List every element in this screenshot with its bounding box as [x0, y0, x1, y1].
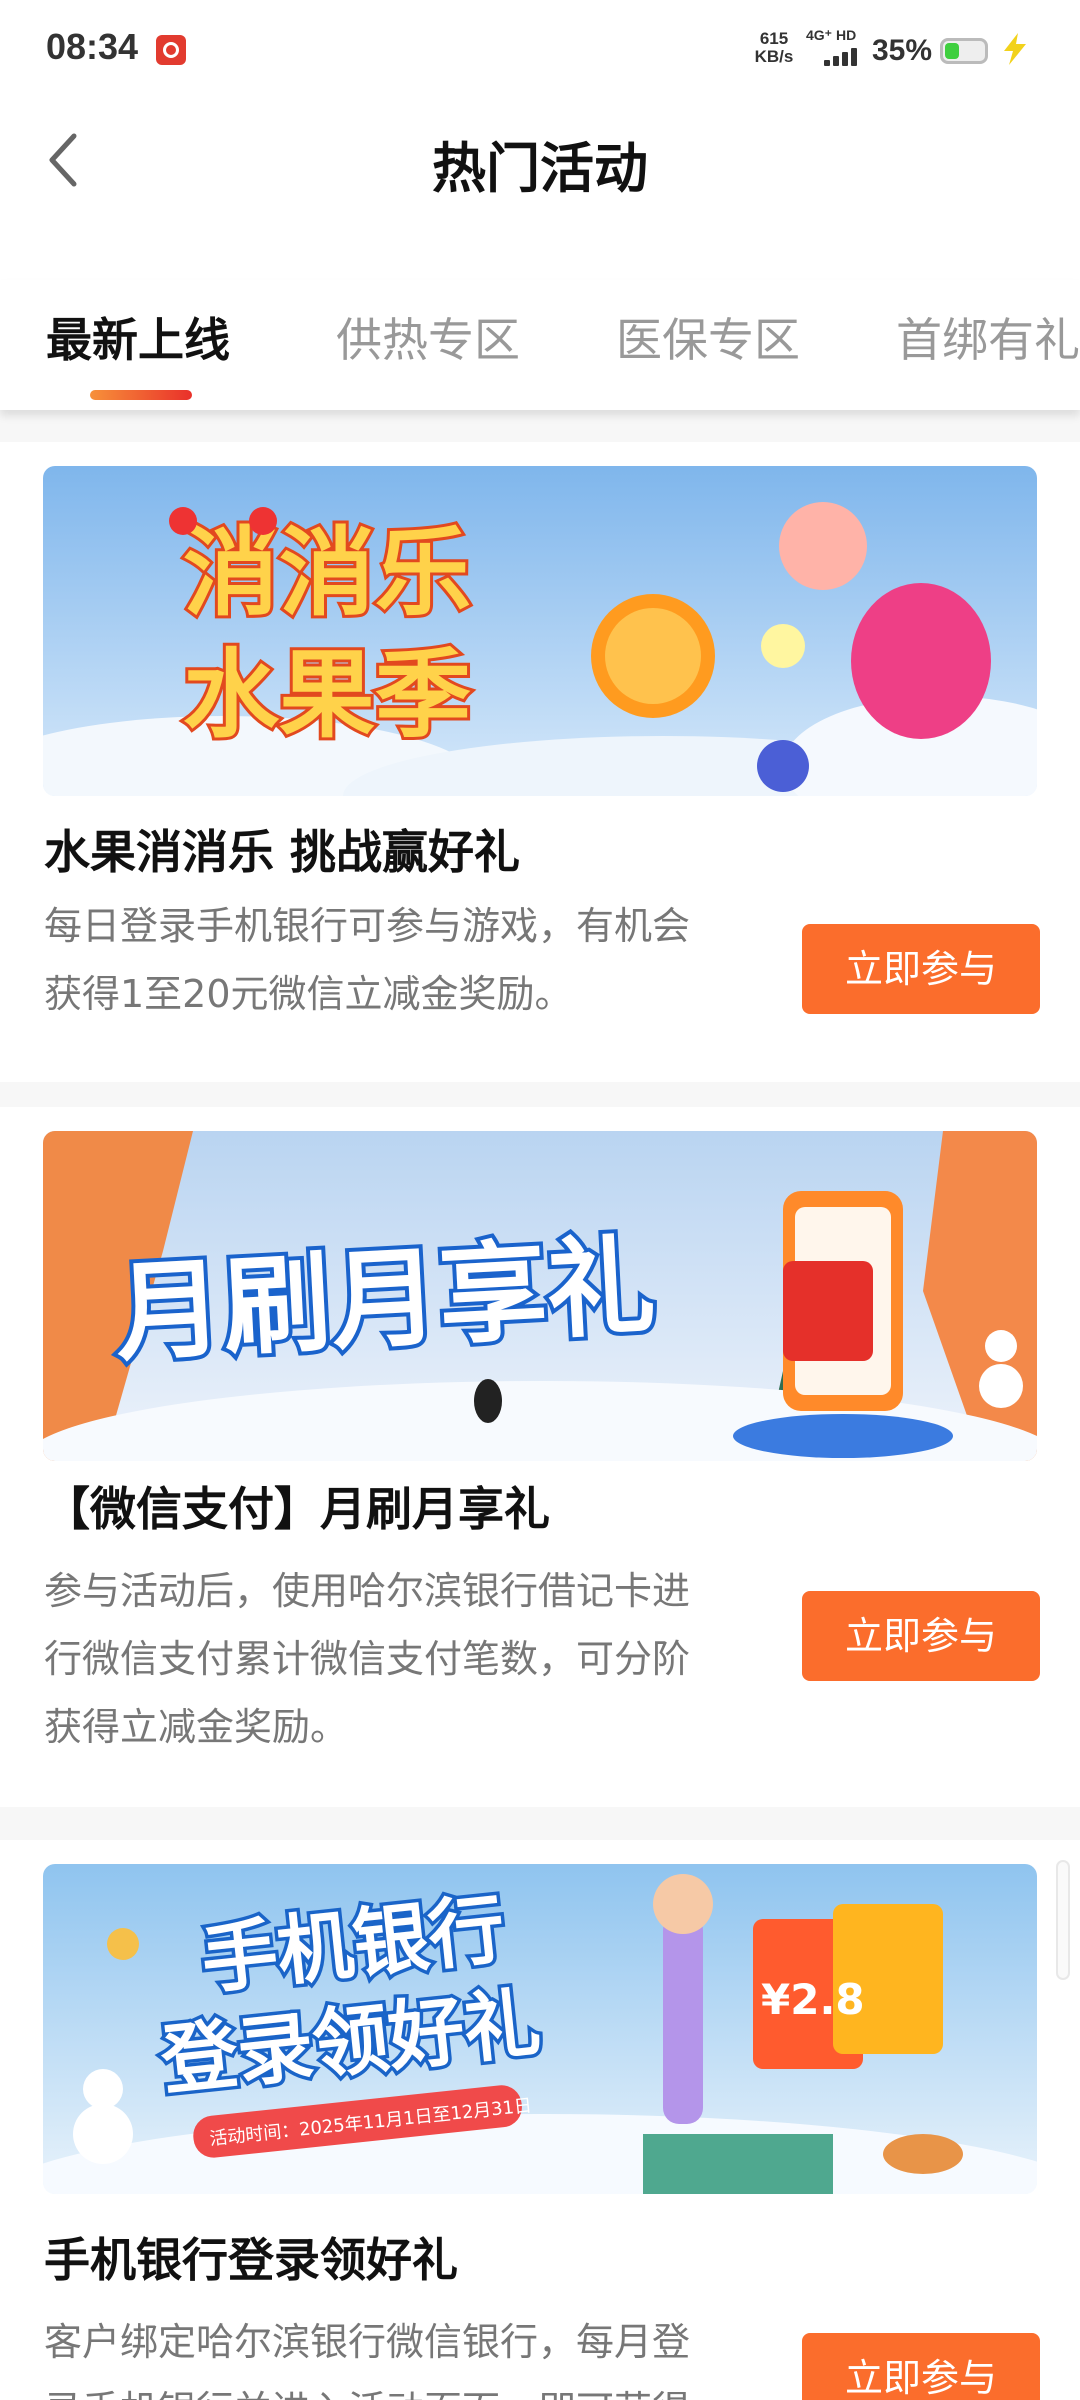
join-button[interactable]: 立即参与 — [802, 1591, 1040, 1681]
tab-medical-insurance[interactable]: 医保专区 — [616, 304, 800, 370]
tab-bar: 最新上线 供热专区 医保专区 首绑有礼 — [0, 280, 1080, 410]
app-notification-icon — [156, 35, 186, 65]
activity-card: ¥2.8 手机银行 登录领好礼 活动时间：2025年11月1日至12月31日 手… — [0, 1840, 1080, 2400]
signal-icon: 4G⁺ HD — [806, 28, 866, 68]
activity-card: 月刷月享礼 【微信支付】月刷月享礼 参与活动后，使用哈尔滨银行借记卡进 行微信支… — [0, 1107, 1080, 1807]
activity-card: 消消乐 水果季 水果消消乐 挑战赢好礼 每日登录手机银行可参与游戏，有机会 获得… — [0, 442, 1080, 1082]
description-line: 客户绑定哈尔滨银行微信银行，每月登 — [44, 2320, 691, 2364]
charging-icon — [1004, 33, 1026, 65]
coupon-value: ¥2.8 — [761, 1975, 865, 2024]
network-speed-unit: KB/s — [754, 47, 794, 66]
status-time: 08:34 — [46, 26, 139, 67]
activity-title: 水果消消乐 挑战赢好礼 — [44, 825, 521, 879]
activity-title: 手机银行登录领好礼 — [44, 2233, 458, 2287]
description-line: 录手机银行并进入活动页面，即可获得 — [44, 2376, 764, 2400]
tab-first-binding[interactable]: 首绑有礼 — [896, 304, 1080, 370]
scroll-indicator[interactable] — [1056, 1860, 1070, 1980]
description-line: 参与活动后，使用哈尔滨银行借记卡进 — [44, 1569, 691, 1613]
description-line: 获得1至20元微信立减金奖励。 — [44, 972, 573, 1016]
description-line: 行微信支付累计微信支付笔数，可分阶 — [44, 1637, 691, 1681]
tab-latest[interactable]: 最新上线 — [46, 304, 230, 370]
status-bar: 08:34 615 KB/s 4G⁺ HD 35% — [0, 0, 1080, 100]
network-speed: 615 KB/s — [752, 30, 796, 66]
activity-description: 参与活动后，使用哈尔滨银行借记卡进 行微信支付累计微信支付笔数，可分阶 获得立减… — [44, 1557, 764, 1761]
banner-headline: 消消乐 — [183, 517, 471, 629]
activity-banner[interactable]: 月刷月享礼 — [43, 1131, 1037, 1461]
network-speed-value: 615 — [759, 29, 789, 48]
page-title: 热门活动 — [432, 137, 648, 200]
activity-description: 客户绑定哈尔滨银行微信银行，每月登 录手机银行并进入活动页面，即可获得 — [44, 2308, 764, 2400]
join-button[interactable]: 立即参与 — [802, 2333, 1040, 2400]
activity-banner[interactable]: 消消乐 水果季 — [43, 466, 1037, 796]
battery-icon — [940, 38, 988, 64]
join-button[interactable]: 立即参与 — [802, 924, 1040, 1014]
activity-feed[interactable]: 消消乐 水果季 水果消消乐 挑战赢好礼 每日登录手机银行可参与游戏，有机会 获得… — [0, 410, 1080, 2400]
activity-banner[interactable]: ¥2.8 手机银行 登录领好礼 活动时间：2025年11月1日至12月31日 — [43, 1864, 1037, 2194]
description-line: 每日登录手机银行可参与游戏，有机会 — [44, 904, 691, 948]
signal-label: 4G⁺ HD — [806, 27, 857, 43]
description-line: 获得立减金奖励。 — [44, 1705, 349, 1749]
activity-description: 每日登录手机银行可参与游戏，有机会 获得1至20元微信立减金奖励。 — [44, 892, 764, 1028]
tab-heating[interactable]: 供热专区 — [336, 304, 520, 370]
activity-title: 【微信支付】月刷月享礼 — [44, 1482, 550, 1536]
banner-subheadline: 水果季 — [183, 639, 471, 751]
active-tab-indicator — [90, 390, 192, 400]
battery-percentage: 35% — [872, 34, 933, 67]
header: 热门活动 — [0, 100, 1080, 220]
